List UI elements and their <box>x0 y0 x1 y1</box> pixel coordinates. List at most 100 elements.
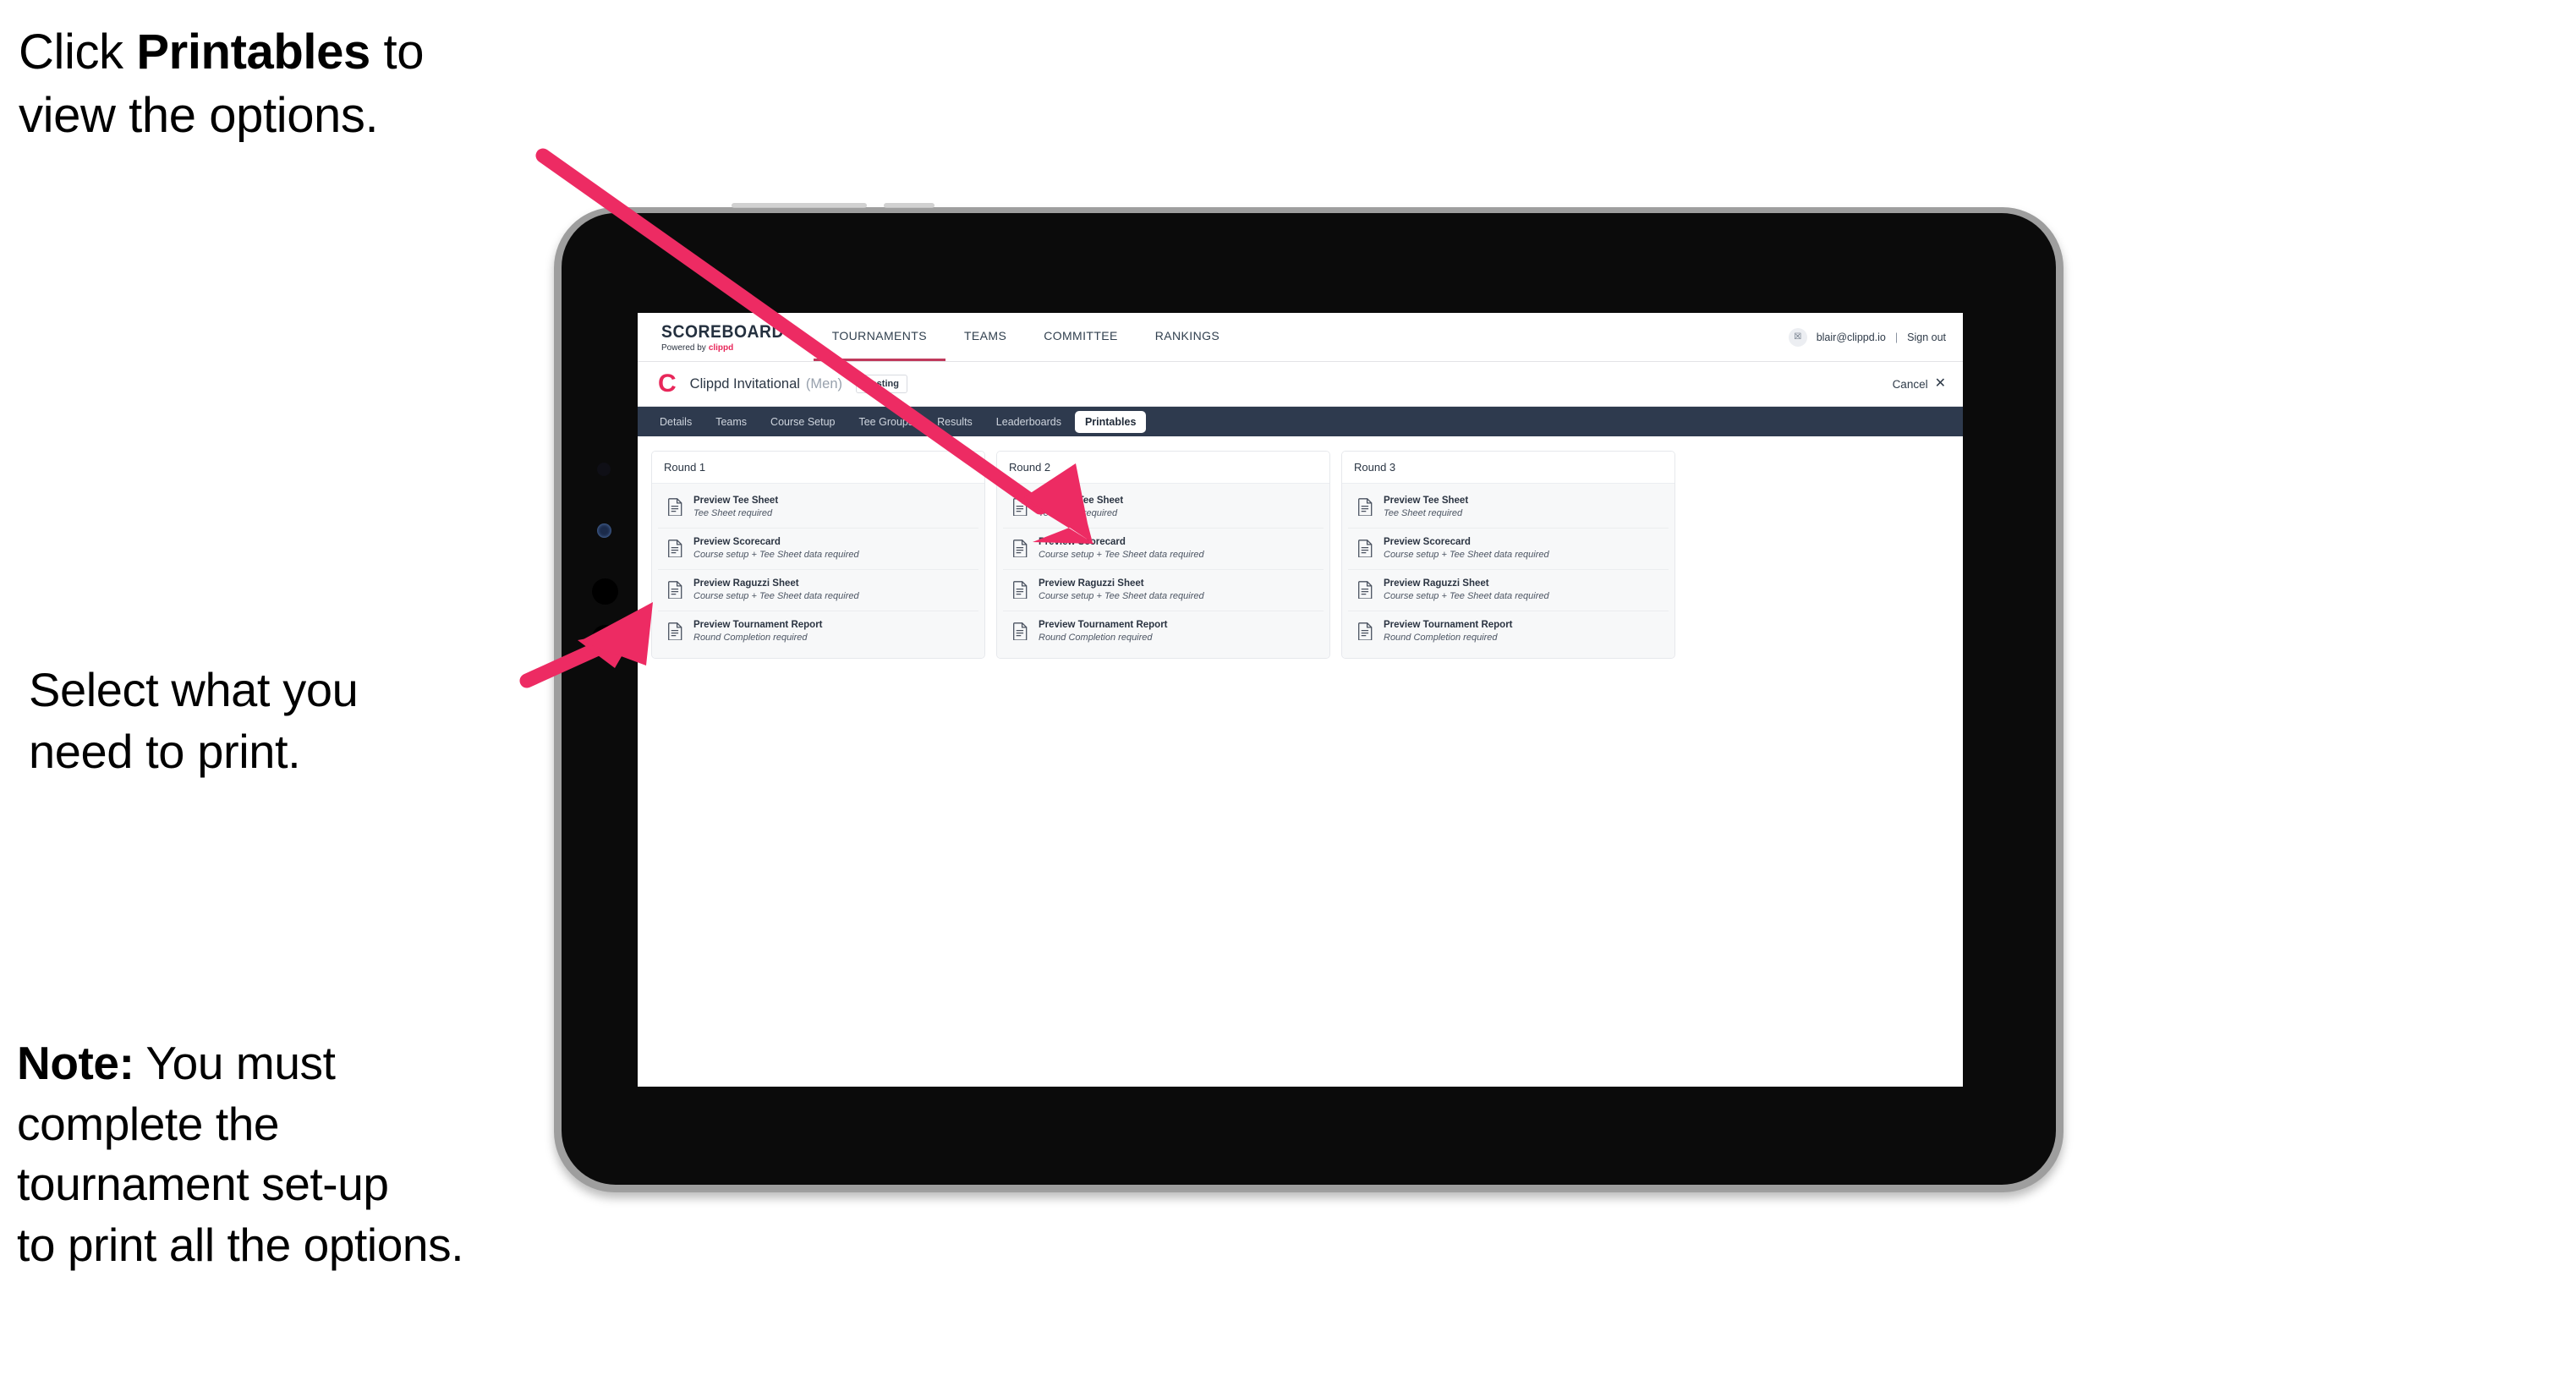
tab-tee-groups[interactable]: Tee Groups <box>848 411 924 433</box>
list-item[interactable]: Preview Tournament Report Round Completi… <box>1348 611 1669 652</box>
document-icon <box>668 581 682 600</box>
tablet-device-frame: SCOREBOARD Powered by clippd TOURNAMENTS… <box>554 203 2064 1192</box>
document-icon <box>668 498 682 517</box>
document-icon <box>1013 622 1028 640</box>
round-title: Round 1 <box>652 452 984 484</box>
clippd-logo-icon: C <box>658 370 677 397</box>
callout-text-click-printables: Click Printables to view the options. <box>19 20 577 148</box>
list-item-subtitle: Round Completion required <box>1039 632 1153 643</box>
list-item-subtitle: Course setup + Tee Sheet data required <box>1039 550 1204 561</box>
list-item-subtitle: Tee Sheet required <box>1384 508 1463 519</box>
document-icon <box>1013 540 1028 558</box>
section-tabs: Details Teams Course Setup Tee Groups Re… <box>638 407 1963 436</box>
list-item[interactable]: Preview Tee Sheet Tee Sheet required <box>1348 487 1669 529</box>
callout-text-select-what-to-print: Select what you need to print. <box>29 663 359 778</box>
device-button-bottom[interactable] <box>592 625 618 651</box>
document-icon <box>1013 581 1028 600</box>
list-item-subtitle: Course setup + Tee Sheet data required <box>1039 590 1204 601</box>
close-icon: ✕ <box>1934 376 1946 391</box>
list-item[interactable]: Preview Scorecard Course setup + Tee She… <box>1348 528 1669 570</box>
front-camera-icon <box>597 463 611 476</box>
printables-rounds-grid: Round 1 Preview Tee Sheet Tee Sheet requ… <box>638 436 1963 660</box>
brand-powered-name: clippd <box>708 342 734 353</box>
tab-printables[interactable]: Printables <box>1074 410 1147 433</box>
list-item[interactable]: Preview Scorecard Course setup + Tee She… <box>1003 528 1324 570</box>
tournament-header: C Clippd Invitational (Men) Hosting Canc… <box>638 362 1963 407</box>
list-item[interactable]: Preview Tournament Report Round Completi… <box>1003 611 1324 652</box>
tournament-name: Clippd Invitational <box>689 375 800 392</box>
list-item[interactable]: Preview Scorecard Course setup + Tee She… <box>658 528 978 570</box>
callout-1-prefix: Click <box>19 25 137 79</box>
nav-item-committee[interactable]: COMMITTEE <box>1025 313 1137 361</box>
nav-item-tournaments[interactable]: TOURNAMENTS <box>813 313 945 361</box>
brand-title: SCOREBOARD <box>661 321 785 342</box>
list-item-title: Preview Tee Sheet <box>693 496 779 506</box>
list-item-text: Preview Scorecard Course setup + Tee She… <box>693 537 859 561</box>
cancel-label: Cancel <box>1892 377 1928 391</box>
device-button-top[interactable] <box>592 578 618 605</box>
list-item[interactable]: Preview Raguzzi Sheet Course setup + Tee… <box>1348 569 1669 611</box>
app-header: SCOREBOARD Powered by clippd TOURNAMENTS… <box>638 313 1963 362</box>
primary-nav: TOURNAMENTS TEAMS COMMITTEE RANKINGS <box>813 313 1238 361</box>
document-icon <box>668 622 682 640</box>
list-item-subtitle: Tee Sheet required <box>693 508 773 519</box>
list-item-subtitle: Round Completion required <box>1384 632 1498 643</box>
tab-details[interactable]: Details <box>649 411 702 433</box>
tab-teams[interactable]: Teams <box>705 411 757 433</box>
document-icon <box>1358 622 1373 640</box>
account-area: ☒ blair@clippd.io | Sign out <box>1788 313 1963 361</box>
list-item[interactable]: Preview Tournament Report Round Completi… <box>658 611 978 652</box>
list-item-title: Preview Tournament Report <box>693 619 823 630</box>
list-item-subtitle: Course setup + Tee Sheet data required <box>693 550 859 561</box>
tab-results[interactable]: Results <box>927 411 983 433</box>
device-speaker-grille <box>732 203 867 208</box>
list-item-text: Preview Raguzzi Sheet Course setup + Tee… <box>1039 578 1204 602</box>
list-item[interactable]: Preview Tee Sheet Tee Sheet required <box>658 487 978 529</box>
list-item[interactable]: Preview Raguzzi Sheet Course setup + Tee… <box>658 569 978 611</box>
document-icon <box>1358 498 1373 517</box>
list-item-text: Preview Scorecard Course setup + Tee She… <box>1384 537 1549 561</box>
nav-item-rankings[interactable]: RANKINGS <box>1137 313 1238 361</box>
list-item-title: Preview Scorecard <box>1039 536 1126 547</box>
document-icon <box>668 540 682 558</box>
list-item-title: Preview Raguzzi Sheet <box>693 578 799 589</box>
list-item-title: Preview Raguzzi Sheet <box>1039 578 1144 589</box>
avatar[interactable]: ☒ <box>1788 327 1807 347</box>
round-column-3: Round 3 Preview Tee Sheet Tee Sheet requ… <box>1341 451 1675 660</box>
round-column-1: Round 1 Preview Tee Sheet Tee Sheet requ… <box>651 451 985 660</box>
account-separator: | <box>1894 331 1899 343</box>
brand-subtitle: Powered by clippd <box>661 343 795 353</box>
tab-leaderboards[interactable]: Leaderboards <box>986 411 1072 433</box>
document-icon <box>1358 581 1373 600</box>
list-item-title: Preview Tee Sheet <box>1039 496 1124 506</box>
list-item-title: Preview Tournament Report <box>1384 619 1513 630</box>
round-items: Preview Tee Sheet Tee Sheet required Pre… <box>1342 484 1674 659</box>
tablet-screen-bezel: SCOREBOARD Powered by clippd TOURNAMENTS… <box>562 213 2056 1185</box>
list-item-text: Preview Tournament Report Round Completi… <box>1039 620 1168 644</box>
brand-logo[interactable]: SCOREBOARD Powered by clippd <box>638 313 814 361</box>
list-item-subtitle: Course setup + Tee Sheet data required <box>1384 550 1549 561</box>
browser-viewport: SCOREBOARD Powered by clippd TOURNAMENTS… <box>638 313 1963 1087</box>
sensor-led-icon <box>597 523 611 538</box>
document-icon <box>1358 540 1373 558</box>
list-item-subtitle: Tee Sheet required <box>1039 508 1118 519</box>
round-items: Preview Tee Sheet Tee Sheet required Pre… <box>997 484 1329 659</box>
round-title: Round 3 <box>1342 452 1674 484</box>
list-item-text: Preview Raguzzi Sheet Course setup + Tee… <box>693 578 859 602</box>
nav-item-teams[interactable]: TEAMS <box>945 313 1025 361</box>
list-item-text: Preview Tee Sheet Tee Sheet required <box>1384 496 1468 519</box>
round-items: Preview Tee Sheet Tee Sheet required Pre… <box>652 484 984 659</box>
list-item[interactable]: Preview Tee Sheet Tee Sheet required <box>1003 487 1324 529</box>
tab-course-setup[interactable]: Course Setup <box>760 411 845 433</box>
list-item-text: Preview Tee Sheet Tee Sheet required <box>1039 496 1123 519</box>
list-item-text: Preview Scorecard Course setup + Tee She… <box>1039 537 1204 561</box>
list-item-subtitle: Course setup + Tee Sheet data required <box>693 590 859 601</box>
sign-out-link[interactable]: Sign out <box>1907 331 1946 343</box>
callout-3-bold: Note: <box>17 1037 134 1089</box>
round-column-2: Round 2 Preview Tee Sheet Tee Sheet requ… <box>996 451 1330 660</box>
list-item-text: Preview Tee Sheet Tee Sheet required <box>693 496 778 519</box>
cancel-button[interactable]: Cancel ✕ <box>1893 377 1946 391</box>
callout-1-bold: Printables <box>136 25 370 79</box>
list-item[interactable]: Preview Raguzzi Sheet Course setup + Tee… <box>1003 569 1324 611</box>
list-item-title: Preview Tournament Report <box>1039 619 1168 630</box>
